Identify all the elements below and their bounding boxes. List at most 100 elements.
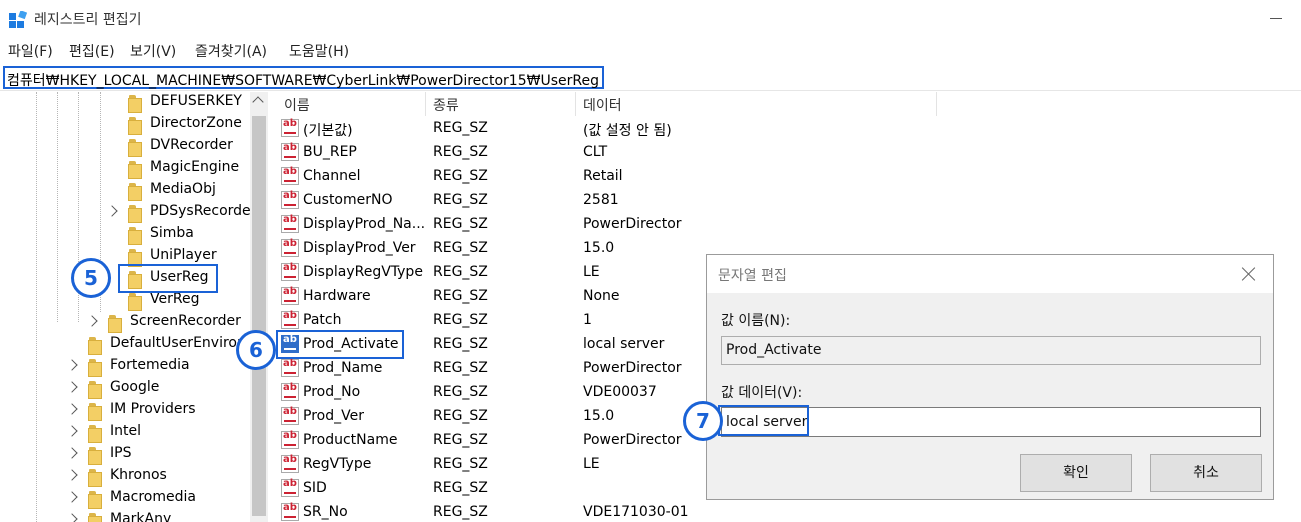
value-type: REG_SZ [433, 168, 488, 184]
value-name: Channel [303, 168, 361, 184]
tree-item-macromedia[interactable]: Macromedia [0, 488, 250, 510]
menu-favorites[interactable]: 즐겨찾기(A) [195, 41, 267, 61]
list-item[interactable]: ab DisplayRegVType REG_SZ LE [278, 261, 698, 285]
expand-chevron-icon[interactable] [66, 469, 78, 481]
column-separator[interactable] [575, 92, 576, 116]
value-type: REG_SZ [433, 432, 488, 448]
list-item[interactable]: ab RegVType REG_SZ LE [278, 453, 698, 477]
list-item[interactable]: ab SR_No REG_SZ VDE171030-01 [278, 501, 698, 522]
list-item[interactable]: ab BU_REP REG_SZ CLT [278, 141, 698, 165]
value-name: DisplayProd_Ver [303, 240, 416, 256]
column-separator[interactable] [425, 92, 426, 116]
value-name: Hardware [303, 288, 371, 304]
expand-chevron-icon[interactable] [66, 447, 78, 459]
value-data: LE [583, 456, 600, 472]
string-value-icon: ab [281, 503, 299, 521]
list-item[interactable]: ab DisplayProd_Na... REG_SZ PowerDirecto… [278, 213, 698, 237]
value-type: REG_SZ [433, 384, 488, 400]
tree-item-directorzone[interactable]: DirectorZone [0, 114, 250, 136]
value-data: (값 설정 안 됨) [583, 123, 672, 139]
string-value-icon: ab [281, 167, 299, 185]
folder-icon [108, 315, 123, 333]
tree-scrollbar[interactable] [250, 92, 268, 522]
list-item[interactable]: ab DisplayProd_Ver REG_SZ 15.0 [278, 237, 698, 261]
value-name: Prod_Ver [303, 408, 364, 424]
tree-item-google[interactable]: Google [0, 378, 250, 400]
value-type: REG_SZ [433, 120, 488, 136]
column-header-type[interactable]: 종류 [433, 92, 459, 116]
folder-icon [128, 183, 143, 201]
menu-edit[interactable]: 편집(E) [69, 41, 115, 61]
tree-item-screenrecorder[interactable]: ScreenRecorder [0, 312, 250, 334]
tree-item-verreg[interactable]: VerReg [0, 290, 250, 312]
list-item[interactable]: ab Prod_Ver REG_SZ 15.0 [278, 405, 698, 429]
folder-icon [88, 447, 103, 465]
expand-chevron-icon[interactable] [66, 491, 78, 503]
expand-chevron-icon[interactable] [66, 425, 78, 437]
list-item[interactable]: ab CustomerNO REG_SZ 2581 [278, 189, 698, 213]
value-name: Prod_Name [303, 360, 383, 376]
scroll-up-arrow-icon[interactable] [252, 96, 264, 108]
column-separator[interactable] [936, 92, 937, 116]
address-path[interactable]: 컴퓨터₩HKEY_LOCAL_MACHINE₩SOFTWARE₩CyberLin… [3, 66, 604, 89]
list-item[interactable]: ab Prod_No REG_SZ VDE00037 [278, 381, 698, 405]
value-name: CustomerNO [303, 192, 393, 208]
tree-item-label: Khronos [110, 467, 167, 483]
list-item[interactable]: ab ProductName REG_SZ PowerDirector [278, 429, 698, 453]
tree-item-ips[interactable]: IPS [0, 444, 250, 466]
tree-item-label: Macromedia [110, 489, 196, 505]
tree-item-label: MagicEngine [150, 159, 240, 175]
expand-chevron-icon[interactable] [66, 403, 78, 415]
list-item[interactable]: ab SID REG_SZ [278, 477, 698, 501]
tree-item-markany[interactable]: MarkAny [0, 510, 250, 522]
tree-item-dvrecorder[interactable]: DVRecorder [0, 136, 250, 158]
list-item[interactable]: ab Channel REG_SZ Retail [278, 165, 698, 189]
string-value-icon: ab [281, 287, 299, 305]
list-item[interactable]: ab Prod_Name REG_SZ PowerDirector [278, 357, 698, 381]
tree-item-intel[interactable]: Intel [0, 422, 250, 444]
expand-chevron-icon[interactable] [66, 359, 78, 371]
tree-item-khronos[interactable]: Khronos [0, 466, 250, 488]
close-icon[interactable] [1239, 264, 1259, 284]
menu-view[interactable]: 보기(V) [130, 41, 176, 61]
value-name: Patch [303, 312, 342, 328]
tree-item-label: UniPlayer [150, 247, 217, 263]
tree-item-label: Simba [150, 225, 194, 241]
menu-help[interactable]: 도움말(H) [289, 41, 349, 61]
expand-chevron-icon[interactable] [86, 315, 98, 327]
address-bar: 컴퓨터₩HKEY_LOCAL_MACHINE₩SOFTWARE₩CyberLin… [0, 63, 1301, 91]
value-data: 15.0 [583, 240, 615, 256]
expand-chevron-icon[interactable] [106, 205, 118, 217]
scroll-thumb[interactable] [252, 116, 266, 516]
cancel-button[interactable]: 취소 [1150, 454, 1262, 492]
list-item[interactable]: ab (기본값) REG_SZ (값 설정 안 됨) [278, 117, 698, 141]
string-value-icon: ab [281, 479, 299, 497]
tree-item-simba[interactable]: Simba [0, 224, 250, 246]
folder-icon [88, 359, 103, 377]
value-data: local server [583, 336, 665, 352]
tree-item-im-providers[interactable]: IM Providers [0, 400, 250, 422]
expand-chevron-icon[interactable] [66, 381, 78, 393]
tree-item-fortemedia[interactable]: Fortemedia [0, 356, 250, 378]
list-item[interactable]: ab Hardware REG_SZ None [278, 285, 698, 309]
string-value-icon: ab [281, 119, 299, 137]
tree-item-pdsysrecorde[interactable]: PDSysRecorde [0, 202, 251, 224]
column-header-name[interactable]: 이름 [284, 92, 310, 116]
tree-item-mediaobj[interactable]: MediaObj [0, 180, 250, 202]
value-type: REG_SZ [433, 504, 488, 520]
folder-icon [128, 249, 143, 267]
step-marker-6: 6 [236, 330, 276, 370]
expand-chevron-icon[interactable] [66, 513, 78, 522]
menu-file[interactable]: 파일(F) [8, 41, 53, 61]
folder-icon [88, 381, 103, 399]
ok-button[interactable]: 확인 [1020, 454, 1132, 492]
tree-item-defuserkey[interactable]: DEFUSERKEY [0, 92, 250, 114]
tree-item-label: PDSysRecorde [150, 203, 251, 219]
edit-string-dialog: 문자열 편집 값 이름(N): Prod_Activate 값 데이터(V): … [706, 254, 1274, 500]
value-type: REG_SZ [433, 264, 488, 280]
minimize-button[interactable] [1262, 8, 1290, 28]
tree-item-defaultuserenvironment[interactable]: DefaultUserEnvironr [0, 334, 252, 356]
folder-icon [88, 491, 103, 509]
tree-item-magicengine[interactable]: MagicEngine [0, 158, 250, 180]
column-header-data[interactable]: 데이터 [583, 92, 622, 116]
